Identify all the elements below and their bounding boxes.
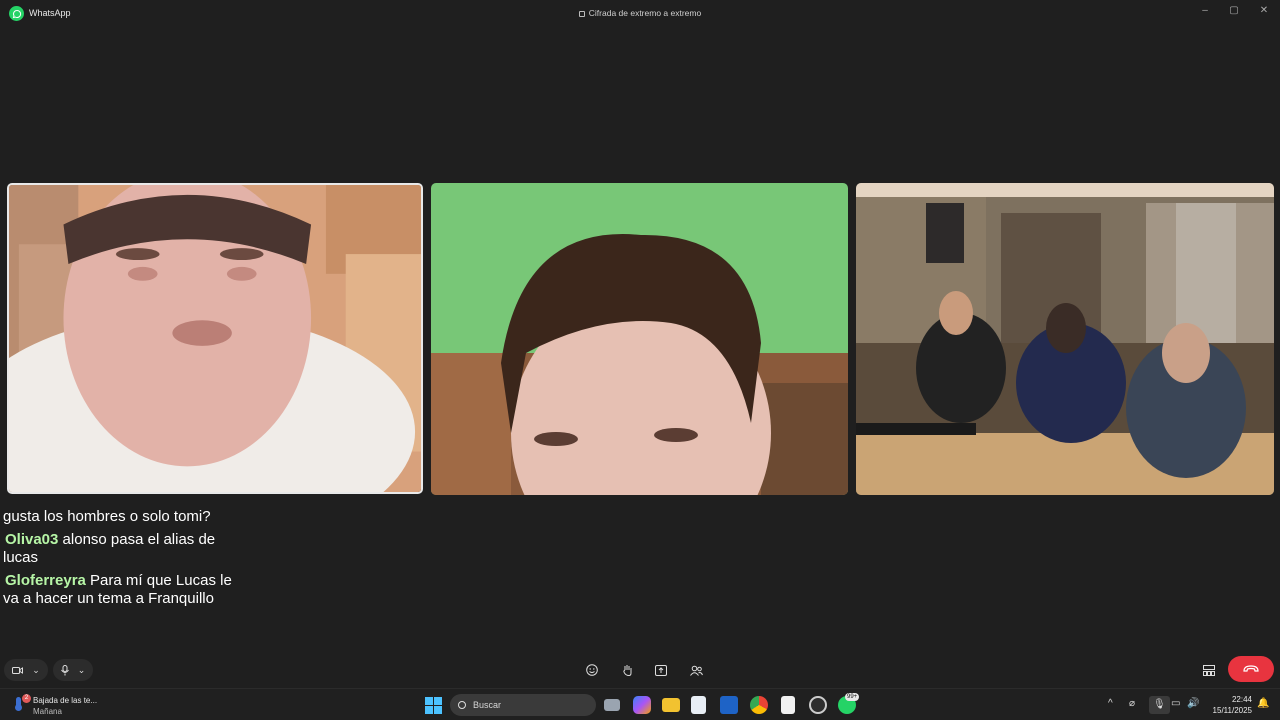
lock-icon bbox=[578, 11, 585, 17]
system-clock[interactable]: 22:44 15/11/2025 bbox=[1206, 694, 1252, 716]
participant-3-video bbox=[856, 183, 1274, 495]
obs-icon[interactable] bbox=[809, 696, 827, 714]
file-explorer-icon[interactable] bbox=[662, 698, 680, 712]
clock-date: 15/11/2025 bbox=[1212, 706, 1252, 715]
maximize-button[interactable]: ▢ bbox=[1227, 5, 1241, 16]
copilot-icon[interactable] bbox=[633, 696, 651, 714]
windows-taskbar: 2 Bajada de las te... Mañana Buscar 99+ … bbox=[0, 688, 1280, 720]
whatsapp-badge: 99+ bbox=[845, 693, 860, 701]
minimize-button[interactable]: – bbox=[1198, 5, 1212, 16]
video-tile-participant-3[interactable] bbox=[856, 183, 1274, 495]
camera-toggle-button[interactable]: ⌄ bbox=[4, 659, 48, 681]
microphone-toggle-button[interactable]: ⌄ bbox=[53, 659, 93, 681]
chat-username: Oliva03 bbox=[5, 531, 59, 548]
emoji-button[interactable] bbox=[583, 661, 601, 679]
search-icon bbox=[458, 701, 466, 709]
emoji-icon bbox=[586, 664, 598, 676]
encryption-notice: Cifrada de extremo a extremo bbox=[0, 8, 1280, 18]
microphone-icon bbox=[60, 664, 69, 675]
raise-hand-button[interactable] bbox=[618, 661, 636, 679]
camera-icon bbox=[12, 666, 24, 674]
start-button[interactable] bbox=[425, 697, 443, 715]
network-icon[interactable]: ▭ bbox=[1171, 698, 1180, 709]
clock-time: 22:44 bbox=[1231, 695, 1252, 704]
chat-message: Oliva03 alonso pasa el alias de lucas bbox=[3, 531, 243, 567]
participants-button[interactable] bbox=[687, 661, 705, 679]
chat-username: Gloferreyra bbox=[5, 572, 86, 589]
chevron-up-icon[interactable]: ^ bbox=[1108, 698, 1113, 709]
weather-notification-widget[interactable]: 2 Bajada de las te... Mañana bbox=[13, 694, 97, 717]
notification-badge: 2 bbox=[22, 694, 31, 703]
participants-icon bbox=[689, 665, 703, 676]
microsoft-store-icon[interactable] bbox=[691, 696, 706, 714]
call-controls-bar: ⌄ ⌄ bbox=[0, 651, 1280, 688]
video-tile-participant-2[interactable] bbox=[431, 183, 848, 495]
share-screen-button[interactable] bbox=[652, 661, 670, 679]
participant-1-video bbox=[9, 185, 421, 492]
chrome-icon[interactable] bbox=[750, 696, 768, 714]
video-tile-participant-1[interactable] bbox=[7, 183, 423, 494]
outlook-icon[interactable] bbox=[720, 696, 738, 714]
layout-icon bbox=[1203, 664, 1215, 676]
chat-message: gusta los hombres o solo tomi? bbox=[3, 508, 243, 526]
chevron-down-icon: ⌄ bbox=[77, 664, 86, 675]
chat-message: Gloferreyra Para mí que Lucas le va a ha… bbox=[3, 572, 243, 608]
chat-message-text: gusta los hombres o solo tomi? bbox=[3, 508, 211, 525]
microphone-tray-icon[interactable]: 🎙 bbox=[1149, 696, 1170, 714]
volume-icon[interactable]: 🔊 bbox=[1187, 698, 1199, 709]
raise-hand-icon bbox=[622, 665, 631, 676]
task-view-icon[interactable] bbox=[604, 699, 620, 711]
windows-logo-icon bbox=[425, 697, 442, 714]
layout-button[interactable] bbox=[1200, 661, 1218, 679]
camera-off-icon[interactable]: ⌀ bbox=[1129, 698, 1135, 709]
notification-title: Bajada de las te... bbox=[33, 696, 98, 705]
document-icon[interactable] bbox=[781, 696, 795, 714]
close-button[interactable]: ✕ bbox=[1257, 5, 1271, 16]
share-screen-icon bbox=[655, 664, 667, 676]
end-call-button[interactable] bbox=[1228, 656, 1274, 682]
live-chat-overlay: gusta los hombres o solo tomi? Oliva03 a… bbox=[3, 508, 243, 613]
taskbar-search-box[interactable]: Buscar bbox=[450, 694, 596, 716]
chevron-down-icon: ⌄ bbox=[32, 664, 40, 675]
end-call-icon bbox=[1243, 665, 1259, 672]
participant-2-video bbox=[431, 183, 848, 495]
search-placeholder: Buscar bbox=[473, 700, 502, 710]
notification-subtitle: Mañana bbox=[33, 707, 62, 716]
notifications-icon[interactable]: 🔔 bbox=[1257, 698, 1269, 709]
title-bar: WhatsApp Cifrada de extremo a extremo – … bbox=[0, 0, 1280, 28]
encryption-label: Cifrada de extremo a extremo bbox=[588, 8, 702, 18]
